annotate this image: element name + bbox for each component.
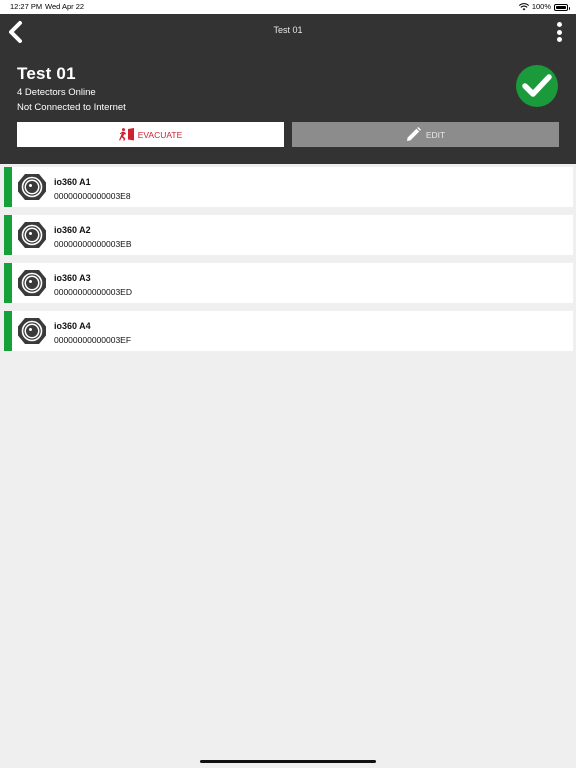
site-title: Test 01 xyxy=(17,64,76,83)
edit-label: EDIT xyxy=(425,129,446,140)
detectors-online-text: 4 Detectors Online xyxy=(17,87,96,98)
edit-button[interactable]: EDIT xyxy=(292,122,559,147)
device-serial: 00000000000003EB xyxy=(54,239,132,249)
internet-status-text: Not Connected to Internet xyxy=(17,102,126,113)
evacuate-label: EVACUATE xyxy=(137,129,183,140)
checkmark-icon xyxy=(522,74,552,97)
detector-icon xyxy=(18,222,46,248)
device-serial: 00000000000003ED xyxy=(54,287,132,297)
more-dot-icon xyxy=(556,29,562,35)
detector-icon xyxy=(18,270,46,296)
more-options-button[interactable] xyxy=(553,20,565,44)
device-row[interactable]: io360 A2 00000000000003EB xyxy=(4,215,573,255)
site-header: Test 01 Test 01 4 Detectors Online Not C… xyxy=(0,14,576,164)
battery-percent: 100% xyxy=(531,2,551,11)
device-serial: 00000000000003EF xyxy=(54,335,132,345)
nav-title: Test 01 xyxy=(273,25,303,35)
online-status-stripe xyxy=(4,215,12,255)
status-date: Wed Apr 22 xyxy=(45,2,85,11)
status-time: 12:27 PM xyxy=(10,2,43,11)
device-name: io360 A4 xyxy=(54,321,91,331)
wifi-icon xyxy=(518,3,529,11)
online-status-stripe xyxy=(4,311,12,351)
evacuate-running-man-icon xyxy=(118,128,134,141)
home-indicator[interactable] xyxy=(200,760,376,763)
online-status-stripe xyxy=(4,263,12,303)
online-status-stripe xyxy=(4,167,12,207)
device-name: io360 A3 xyxy=(54,273,91,283)
battery-icon xyxy=(554,3,570,11)
evacuate-button[interactable]: EVACUATE xyxy=(17,122,284,147)
detector-icon xyxy=(18,174,46,200)
more-dot-icon xyxy=(556,22,562,27)
status-bar: 12:27 PM Wed Apr 22 100% xyxy=(0,0,576,14)
device-row[interactable]: io360 A3 00000000000003ED xyxy=(4,263,573,303)
site-ok-indicator xyxy=(516,65,558,107)
device-row[interactable]: io360 A4 00000000000003EF xyxy=(4,311,573,351)
device-name: io360 A2 xyxy=(54,225,91,235)
device-row[interactable]: io360 A1 00000000000003E8 xyxy=(4,167,573,207)
detector-icon xyxy=(18,318,46,344)
device-name: io360 A1 xyxy=(54,177,91,187)
more-dot-icon xyxy=(556,37,562,42)
pencil-icon xyxy=(406,127,421,141)
status-right: 100% xyxy=(518,0,570,14)
device-serial: 00000000000003E8 xyxy=(54,191,131,201)
